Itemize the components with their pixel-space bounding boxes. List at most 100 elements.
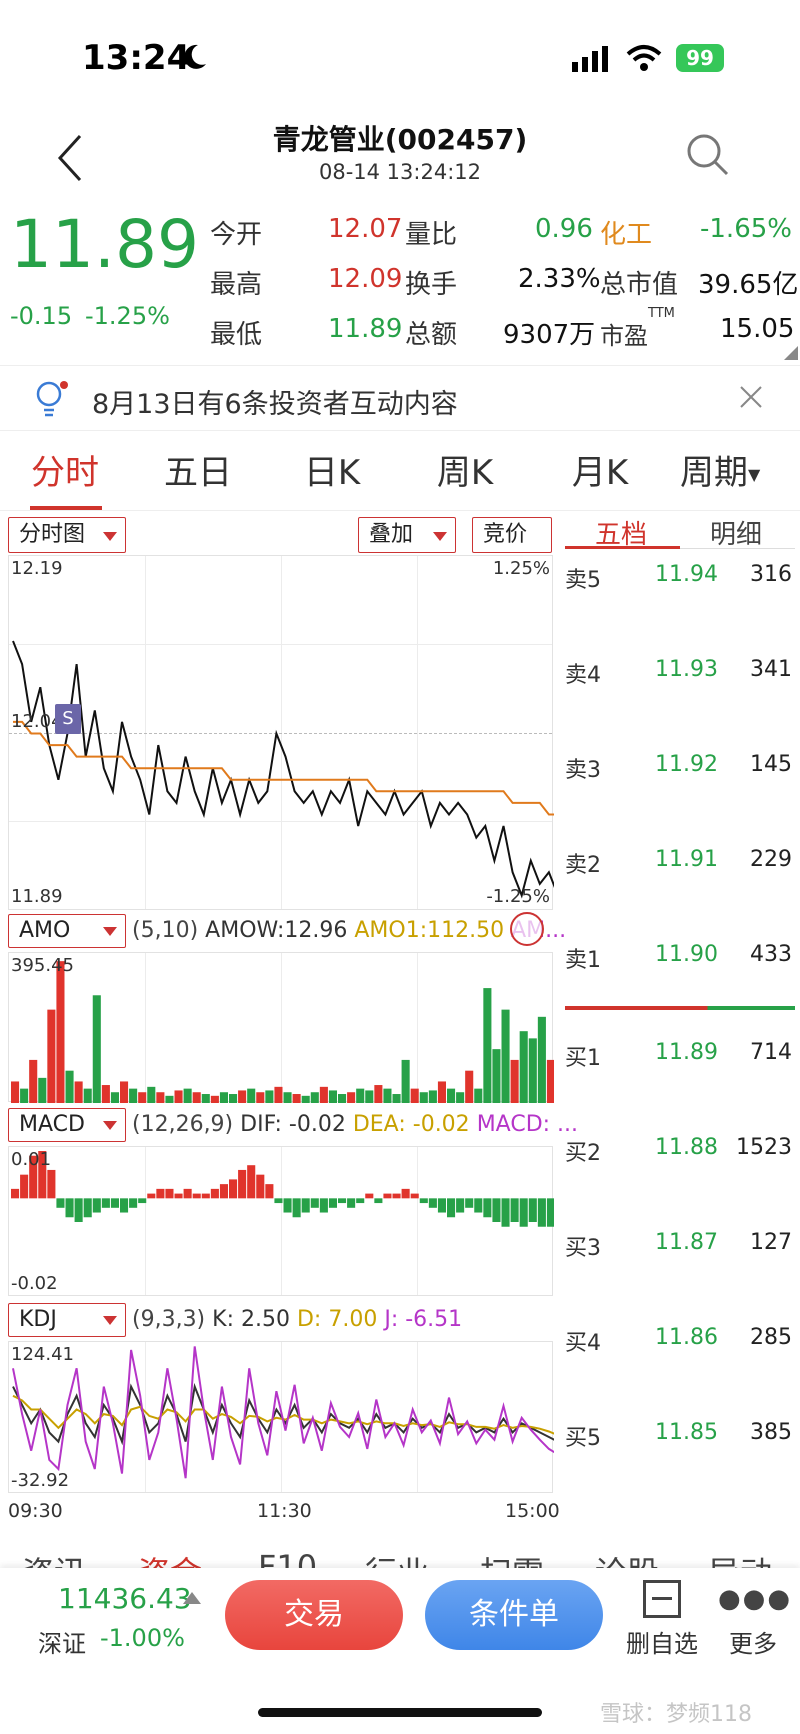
- overlay-label: 叠加: [369, 522, 414, 547]
- amo-bar: [319, 1086, 328, 1103]
- amo1-value: AMO1:112.50: [354, 918, 505, 943]
- amo-dropdown[interactable]: AMO: [8, 914, 126, 948]
- sector-label[interactable]: 化工: [600, 214, 652, 251]
- buy-level-row[interactable]: 买3 11.87 127: [565, 1230, 800, 1270]
- chart-mode-dropdown[interactable]: 分时图: [8, 517, 126, 553]
- expand-corner-icon[interactable]: [784, 346, 798, 360]
- macd-chart[interactable]: 0.01 -0.02: [8, 1146, 554, 1296]
- amo-bar: [238, 1090, 247, 1103]
- macd-bar: [229, 1179, 238, 1199]
- home-indicator: [258, 1708, 542, 1717]
- tab-daily-k[interactable]: 日K: [272, 445, 392, 494]
- buy-level-row[interactable]: 买2 11.88 1523: [565, 1135, 800, 1175]
- amo-bar: [11, 1081, 20, 1103]
- sell-level-row[interactable]: 卖2 11.91 229: [565, 847, 800, 887]
- level-volume: 714: [750, 1040, 792, 1065]
- amo-bar: [365, 1090, 374, 1103]
- buy-level-row[interactable]: 买5 11.85 385: [565, 1420, 800, 1460]
- remove-watchlist-button[interactable]: 删自选: [622, 1580, 702, 1670]
- tab-monthly-k[interactable]: 月K: [540, 445, 660, 494]
- level-volume: 341: [750, 657, 792, 682]
- tab-weekly-k[interactable]: 周K: [405, 445, 525, 494]
- amo-bar: [292, 1094, 301, 1103]
- dropdown-arrow-icon: [433, 532, 447, 541]
- amo-bar: [310, 1092, 319, 1103]
- amo-bar: [210, 1095, 219, 1103]
- amo-bar: [201, 1094, 210, 1103]
- dif-value: DIF: -0.02: [240, 1112, 346, 1137]
- level-label: 卖2: [565, 853, 601, 878]
- pct-min-label: -1.25%: [486, 886, 550, 907]
- sell-level-row[interactable]: 卖4 11.93 341: [565, 657, 800, 697]
- back-button[interactable]: [50, 128, 90, 188]
- chart-settings-icon[interactable]: [510, 912, 544, 946]
- side-tab-line: [680, 548, 795, 549]
- level-label: 买5: [565, 1426, 601, 1451]
- macd-bar: [120, 1198, 129, 1213]
- amo-bar: [183, 1088, 192, 1103]
- condition-order-button[interactable]: 条件单: [425, 1580, 603, 1650]
- price-change-pct: -1.25%: [85, 302, 170, 330]
- buy-level-row[interactable]: 买1 11.89 714: [565, 1040, 800, 1080]
- dropdown-arrow-icon: [103, 1316, 117, 1325]
- overlay-dropdown[interactable]: 叠加: [358, 517, 456, 553]
- auction-button[interactable]: 竞价: [472, 517, 552, 553]
- amo-bar: [101, 1085, 110, 1103]
- amo-legend: (5,10) AMOW:12.96 AMO1:112.50 AM...: [132, 918, 566, 943]
- macd-bar: [338, 1198, 347, 1204]
- notice-bar[interactable]: 8月13日有6条投资者互动内容: [0, 365, 800, 431]
- level-label: 买2: [565, 1141, 601, 1166]
- trade-button[interactable]: 交易: [225, 1580, 403, 1650]
- battery-icon: 99: [676, 44, 724, 72]
- close-icon[interactable]: [738, 384, 764, 414]
- macd-bar: [20, 1174, 29, 1199]
- current-price: 11.89: [10, 206, 199, 283]
- tab-minute[interactable]: 分时: [5, 445, 125, 494]
- bid-ask-ratio-bar: [565, 1006, 795, 1010]
- chart-mode-label: 分时图: [19, 522, 86, 547]
- macd-params: (12,26,9): [132, 1112, 234, 1137]
- tab-period[interactable]: 周期▼: [680, 445, 800, 494]
- price-chart[interactable]: 12.19 12.04 11.89 1.25% -1.25% S: [8, 555, 554, 910]
- tab-5day[interactable]: 五日: [138, 445, 258, 494]
- amo-bar: [265, 1090, 274, 1103]
- macd-dropdown[interactable]: MACD: [8, 1108, 126, 1142]
- buy-level-row[interactable]: 买4 11.86 285: [565, 1325, 800, 1365]
- sell-level-row[interactable]: 卖5 11.94 316: [565, 562, 800, 602]
- kdj-ymax-label: 124.41: [11, 1344, 74, 1365]
- chevron-down-icon: ▼: [748, 465, 761, 484]
- amo-bar: [483, 988, 492, 1103]
- sell-marker[interactable]: S: [55, 704, 81, 734]
- sell-level-row[interactable]: 卖3 11.92 145: [565, 752, 800, 792]
- macd-label: MACD: [19, 1112, 85, 1137]
- amo-chart[interactable]: 395.45: [8, 952, 554, 1103]
- auction-label: 竞价: [483, 522, 528, 547]
- lightbulb-icon: [35, 380, 69, 422]
- level-label: 买4: [565, 1331, 601, 1356]
- more-button[interactable]: ●●● 更多: [718, 1580, 790, 1670]
- level-price: 11.89: [655, 1040, 718, 1065]
- turnover-value: 2.33%: [518, 264, 601, 294]
- battery-level: 99: [686, 46, 714, 70]
- macd-value: MACD: ...: [476, 1112, 579, 1137]
- pe-label: 市盈: [600, 322, 648, 350]
- macd-bar: [519, 1198, 528, 1227]
- dropdown-arrow-icon: [103, 1121, 117, 1130]
- amo-bar: [501, 1009, 510, 1103]
- level-label: 卖3: [565, 758, 601, 783]
- level-price: 11.92: [655, 752, 718, 777]
- amo-bar: [247, 1088, 256, 1103]
- index-name: 深证: [38, 1630, 86, 1658]
- amo-bar: [29, 1059, 38, 1103]
- kdj-chart[interactable]: 124.41 -32.92: [8, 1341, 554, 1493]
- kdj-dropdown[interactable]: KDJ: [8, 1303, 126, 1337]
- amo-bar: [174, 1090, 183, 1103]
- amo-bar: [74, 1081, 83, 1103]
- macd-bar: [392, 1193, 401, 1199]
- sell-level-row[interactable]: 卖1 11.90 433: [565, 942, 800, 982]
- side-tab-detail[interactable]: 明细: [710, 514, 762, 551]
- search-icon[interactable]: [685, 132, 731, 182]
- amo-bar: [492, 1049, 501, 1103]
- macd-bar: [465, 1198, 474, 1208]
- macd-bar: [328, 1198, 337, 1208]
